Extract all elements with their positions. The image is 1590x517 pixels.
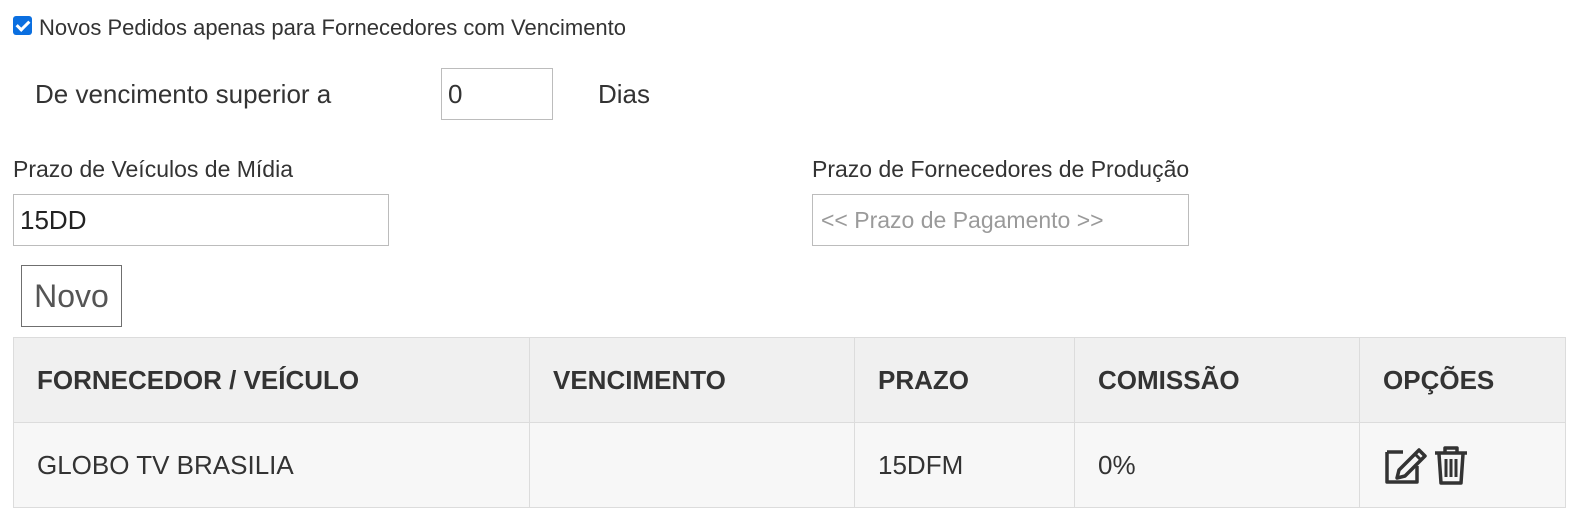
cell-comissao: 0% (1074, 422, 1360, 508)
edit-icon[interactable] (1383, 444, 1429, 486)
vencimento-checkbox-label[interactable]: Novos Pedidos apenas para Fornecedores c… (39, 15, 626, 41)
prazo-producao-label: Prazo de Fornecedores de Produção (812, 156, 1190, 182)
vencimento-checkbox[interactable] (13, 15, 32, 35)
cell-vencimento (529, 422, 855, 508)
cell-opcoes (1359, 422, 1566, 508)
prazo-midia-label: Prazo de Veículos de Mídia (13, 156, 293, 182)
header-vencimento[interactable]: VENCIMENTO (529, 337, 855, 423)
cell-prazo: 15DFM (854, 422, 1075, 508)
prazo-producao-input[interactable]: << Prazo de Pagamento >> (812, 194, 1189, 246)
row-options (1383, 444, 1565, 486)
vencimento-filter-row: Novos Pedidos apenas para Fornecedores c… (13, 15, 626, 41)
trash-icon[interactable] (1433, 444, 1469, 486)
dias-label: Dias (598, 79, 651, 109)
table-row: GLOBO TV BRASILIA 15DFM 0% (13, 422, 1566, 508)
supplier-terms-page: Novos Pedidos apenas para Fornecedores c… (0, 0, 1590, 517)
header-comissao[interactable]: COMISSÃO (1074, 337, 1360, 423)
prazo-midia-input[interactable]: 15DD (13, 194, 389, 246)
suppliers-table: FORNECEDOR / VEÍCULO VENCIMENTO PRAZO CO… (13, 337, 1566, 508)
dias-input[interactable]: 0 (441, 68, 553, 120)
novo-button[interactable]: Novo (21, 265, 122, 327)
venc-superior-label: De vencimento superior a (35, 79, 332, 109)
header-fornecedor[interactable]: FORNECEDOR / VEÍCULO (13, 337, 530, 423)
table-header-row: FORNECEDOR / VEÍCULO VENCIMENTO PRAZO CO… (13, 337, 1566, 423)
header-prazo[interactable]: PRAZO (854, 337, 1075, 423)
cell-fornecedor: GLOBO TV BRASILIA (13, 422, 530, 508)
header-opcoes: OPÇÕES (1359, 337, 1566, 423)
